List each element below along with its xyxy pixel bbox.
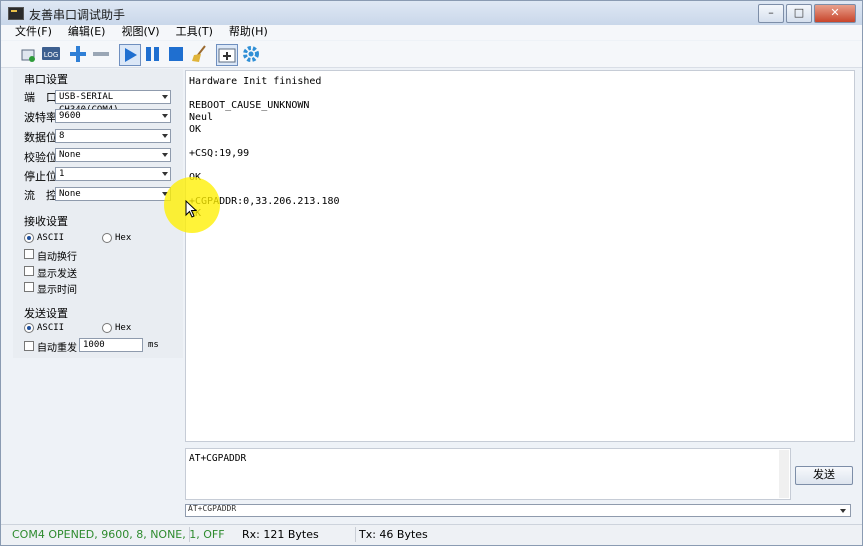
receive-settings-title: 接收设置 — [24, 215, 68, 228]
menu-edit[interactable]: 编辑(E) — [68, 25, 106, 40]
show-time-checkbox[interactable] — [24, 282, 34, 292]
rx-count: Rx: 121 Bytes — [242, 528, 319, 541]
show-send-label: 显示发送 — [37, 269, 77, 280]
auto-resend-checkbox[interactable] — [24, 341, 34, 351]
baud-label: 波特率 — [24, 111, 57, 124]
flow-control-value: None — [59, 189, 81, 199]
connection-status: COM4 OPENED, 9600, 8, NONE, 1, OFF — [12, 528, 225, 541]
show-send-checkbox[interactable] — [24, 266, 34, 276]
send-text: AT+CGPADDR — [189, 453, 247, 464]
flow-control-label: 流 控 — [24, 189, 57, 202]
minimize-button[interactable]: – — [758, 4, 784, 23]
receive-ascii-label: ASCII — [37, 233, 65, 243]
menu-file[interactable]: 文件(F) — [15, 25, 52, 40]
status-divider — [355, 527, 356, 542]
serial-settings-title: 串口设置 — [24, 73, 68, 86]
receive-line: +CSQ:19,99 — [189, 148, 250, 159]
flow-control-select[interactable]: None — [55, 187, 171, 201]
open-port-icon[interactable] — [19, 44, 39, 64]
parity-value: None — [59, 150, 81, 160]
stop-icon[interactable] — [166, 44, 186, 64]
chevron-down-icon — [162, 95, 168, 99]
add-window-icon[interactable] — [216, 44, 238, 66]
minus-icon[interactable] — [91, 44, 111, 64]
receive-line: Neul — [189, 112, 214, 123]
history-value: AT+CGPADDR — [188, 504, 237, 513]
port-label: 端 口 — [24, 91, 57, 104]
play-icon[interactable] — [119, 44, 141, 66]
receive-line: REBOOT_CAUSE_UNKNOWN — [189, 100, 310, 111]
history-select[interactable]: AT+CGPADDR — [185, 504, 851, 517]
resend-interval-value: 1000 — [83, 340, 105, 350]
receive-hex-radio[interactable] — [102, 233, 112, 243]
resend-interval-input[interactable]: 1000 — [79, 338, 143, 352]
receive-line: OK — [189, 124, 202, 135]
plus-icon[interactable] — [68, 44, 88, 64]
chevron-down-icon — [162, 134, 168, 138]
resend-unit-label: ms — [148, 340, 159, 350]
close-button[interactable]: ✕ — [814, 4, 856, 23]
data-bits-select[interactable]: 8 — [55, 129, 171, 143]
chevron-down-icon — [840, 509, 846, 513]
tx-count: Tx: 46 Bytes — [359, 528, 428, 541]
send-button[interactable]: 发送 — [795, 466, 853, 485]
data-bits-label: 数据位 — [24, 131, 57, 144]
auto-newline-checkbox[interactable] — [24, 249, 34, 259]
receive-area[interactable]: Hardware Init finished REBOOT_CAUSE_UNKNO… — [185, 70, 855, 442]
send-ascii-label: ASCII — [37, 323, 65, 333]
receive-ascii-radio[interactable] — [24, 233, 34, 243]
send-scrollbar[interactable] — [779, 450, 789, 498]
status-bar: COM4 OPENED, 9600, 8, NONE, 1, OFF Rx: 1… — [1, 524, 862, 545]
status-divider — [189, 527, 190, 542]
clear-broom-icon[interactable] — [190, 44, 210, 64]
send-hex-label: Hex — [115, 323, 132, 333]
chevron-down-icon — [162, 114, 168, 118]
stop-bits-select[interactable]: 1 — [55, 167, 171, 181]
receive-hex-label: Hex — [115, 233, 132, 243]
parity-label: 校验位 — [24, 151, 57, 164]
menu-view[interactable]: 视图(V) — [121, 25, 159, 40]
toolbar: LOG — [1, 41, 862, 68]
data-bits-value: 8 — [59, 131, 65, 141]
receive-line: Hardware Init finished — [189, 76, 322, 87]
settings-gear-icon[interactable] — [241, 44, 261, 64]
auto-resend-label: 自动重发 — [37, 343, 77, 354]
title-bar: 友善串口调试助手 – □ ✕ — [1, 1, 862, 25]
window-title: 友善串口调试助手 — [29, 8, 126, 22]
baud-value: 9600 — [59, 111, 81, 121]
send-ascii-radio[interactable] — [24, 323, 34, 333]
settings-panel: 串口设置 端 口 USB-SERIAL CH340(COM4) 波特率 9600… — [13, 69, 183, 358]
auto-newline-label: 自动换行 — [37, 252, 77, 263]
app-icon — [8, 7, 24, 20]
mouse-pointer-icon — [185, 200, 197, 218]
parity-select[interactable]: None — [55, 148, 171, 162]
chevron-down-icon — [162, 172, 168, 176]
maximize-button[interactable]: □ — [786, 4, 812, 23]
chevron-down-icon — [162, 153, 168, 157]
app-window: 友善串口调试助手 – □ ✕ 文件(F) 编辑(E) 视图(V) 工具(T) 帮… — [0, 0, 863, 546]
log-icon[interactable]: LOG — [41, 44, 61, 64]
menu-tools[interactable]: 工具(T) — [176, 25, 213, 40]
port-select[interactable]: USB-SERIAL CH340(COM4) — [55, 90, 171, 115]
send-input[interactable]: AT+CGPADDR — [185, 448, 791, 500]
show-time-label: 显示时间 — [37, 285, 77, 296]
baud-select[interactable]: 9600 — [55, 109, 171, 123]
send-settings-title: 发送设置 — [24, 307, 68, 320]
log-icon-label: LOG — [44, 51, 59, 59]
menu-help[interactable]: 帮助(H) — [229, 25, 268, 40]
send-hex-radio[interactable] — [102, 323, 112, 333]
pause-icon[interactable] — [143, 44, 163, 64]
menu-bar: 文件(F) 编辑(E) 视图(V) 工具(T) 帮助(H) — [1, 25, 862, 40]
stop-bits-label: 停止位 — [24, 170, 57, 183]
stop-bits-value: 1 — [59, 169, 65, 179]
